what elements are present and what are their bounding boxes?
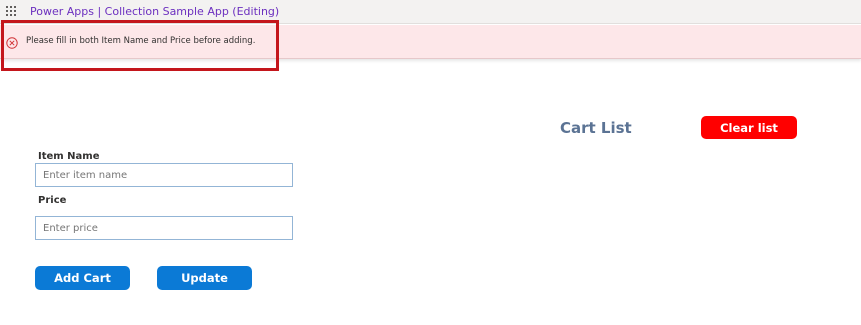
app-header-bar: Power Apps | Collection Sample App (Edit… <box>0 0 861 24</box>
item-name-label: Item Name <box>38 151 100 162</box>
update-button[interactable]: Update <box>157 266 252 290</box>
add-cart-button[interactable]: Add Cart <box>35 266 130 290</box>
price-input[interactable] <box>35 216 293 240</box>
item-name-input[interactable] <box>35 163 293 187</box>
error-circle-icon <box>6 37 18 49</box>
cart-list-title: Cart List <box>560 119 632 137</box>
waffle-grid-icon[interactable] <box>6 6 18 18</box>
price-label: Price <box>38 195 67 206</box>
clear-list-button[interactable]: Clear list <box>701 116 797 139</box>
error-notification: Please fill in both Item Name and Price … <box>0 25 861 59</box>
app-title: Power Apps | Collection Sample App (Edit… <box>30 5 280 18</box>
error-message: Please fill in both Item Name and Price … <box>26 36 256 46</box>
